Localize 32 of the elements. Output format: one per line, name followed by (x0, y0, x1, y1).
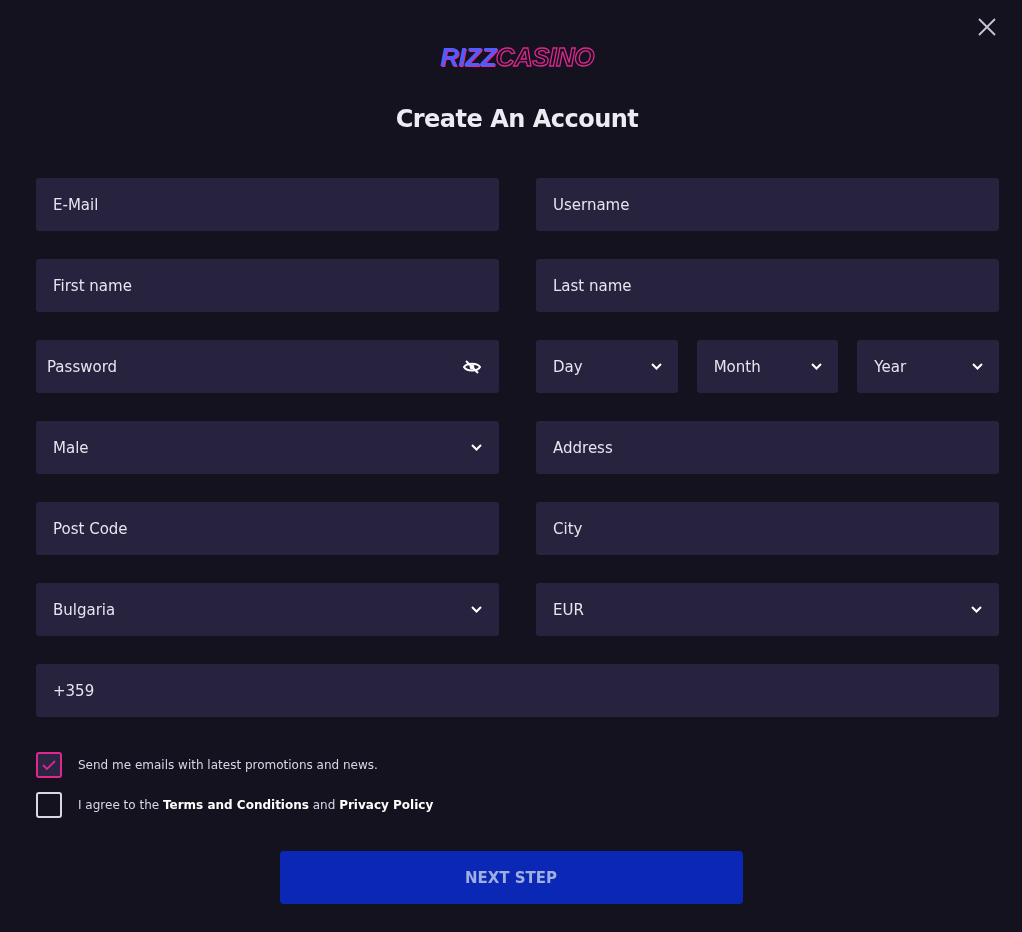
text-field[interactable]: Address (536, 421, 999, 474)
chevron-down-icon (471, 444, 482, 451)
text-field[interactable]: City (536, 502, 999, 555)
next-step-button[interactable]: NEXT STEP (279, 851, 743, 904)
text-field[interactable]: Username (536, 178, 999, 231)
consent-text: I agree to the Terms and Conditions and Privacy Policy (78, 798, 434, 812)
chevron-down-icon (650, 363, 662, 370)
dropdown-field[interactable]: Month (696, 340, 839, 393)
consent-text: Send me emails with latest promotions and news. (78, 758, 378, 772)
dropdown-field[interactable]: Year (857, 340, 999, 393)
checkbox[interactable] (36, 752, 62, 778)
chevron-down-icon (811, 363, 823, 370)
password-field[interactable]: Password (36, 340, 499, 393)
close-icon[interactable] (977, 17, 997, 37)
chevron-down-icon (972, 363, 983, 370)
text-field[interactable]: E-Mail (36, 178, 499, 231)
link[interactable]: Privacy Policy (339, 798, 434, 812)
dropdown-field[interactable]: Day (536, 340, 678, 393)
checkmark-icon (42, 759, 56, 771)
dropdown-field[interactable]: Male (36, 421, 499, 474)
chevron-down-icon (471, 606, 482, 613)
logo: RIZZCASINO (440, 42, 594, 72)
phone-field[interactable]: +359 (36, 664, 999, 717)
dropdown-field[interactable]: Bulgaria (36, 583, 499, 636)
text-field[interactable]: First name (36, 259, 499, 312)
link[interactable]: Terms and Conditions (162, 798, 309, 812)
dropdown-field[interactable]: EUR (536, 583, 999, 636)
form-title: Create An Account (394, 104, 640, 135)
text-field[interactable]: Post Code (36, 502, 499, 555)
chevron-down-icon (971, 606, 982, 613)
text-field[interactable]: Last name (536, 259, 999, 312)
eye-slash-icon[interactable] (463, 360, 481, 374)
